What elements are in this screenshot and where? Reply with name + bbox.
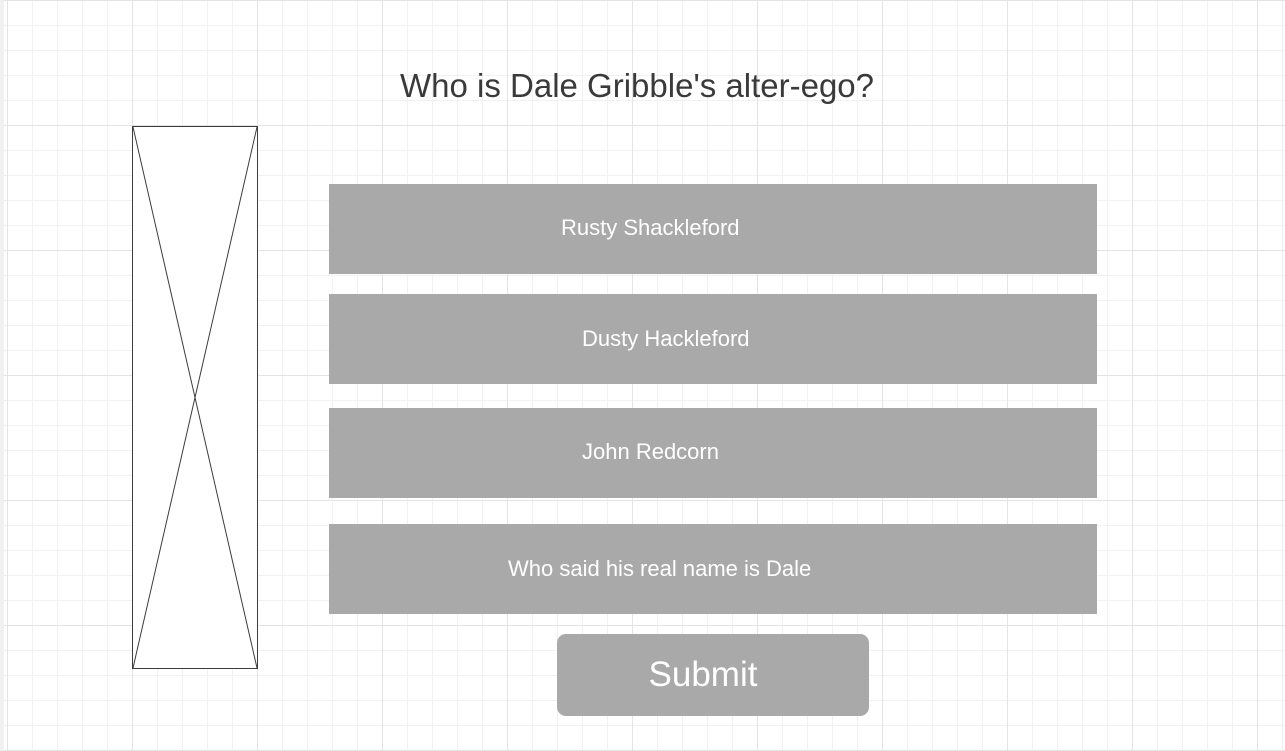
answer-label: John Redcorn xyxy=(582,439,719,464)
answer-label: Who said his real name is Dale xyxy=(508,556,812,581)
answer-button-2[interactable]: Dusty Hackleford xyxy=(329,294,1097,384)
wireframe-canvas: Who is Dale Gribble's alter-ego? Rusty S… xyxy=(0,0,1285,751)
answer-label: Dusty Hackleford xyxy=(582,326,750,351)
answer-button-4[interactable]: Who said his real name is Dale xyxy=(329,524,1097,614)
answer-button-3[interactable]: John Redcorn xyxy=(329,408,1097,498)
submit-label: Submit xyxy=(648,655,758,694)
answer-button-1[interactable]: Rusty Shackleford xyxy=(329,184,1097,274)
answer-label: Rusty Shackleford xyxy=(561,215,740,240)
question-title: Who is Dale Gribble's alter-ego? xyxy=(400,67,875,104)
image-placeholder xyxy=(132,126,258,669)
image-placeholder-icon xyxy=(133,127,257,668)
submit-button[interactable]: Submit xyxy=(557,634,869,716)
